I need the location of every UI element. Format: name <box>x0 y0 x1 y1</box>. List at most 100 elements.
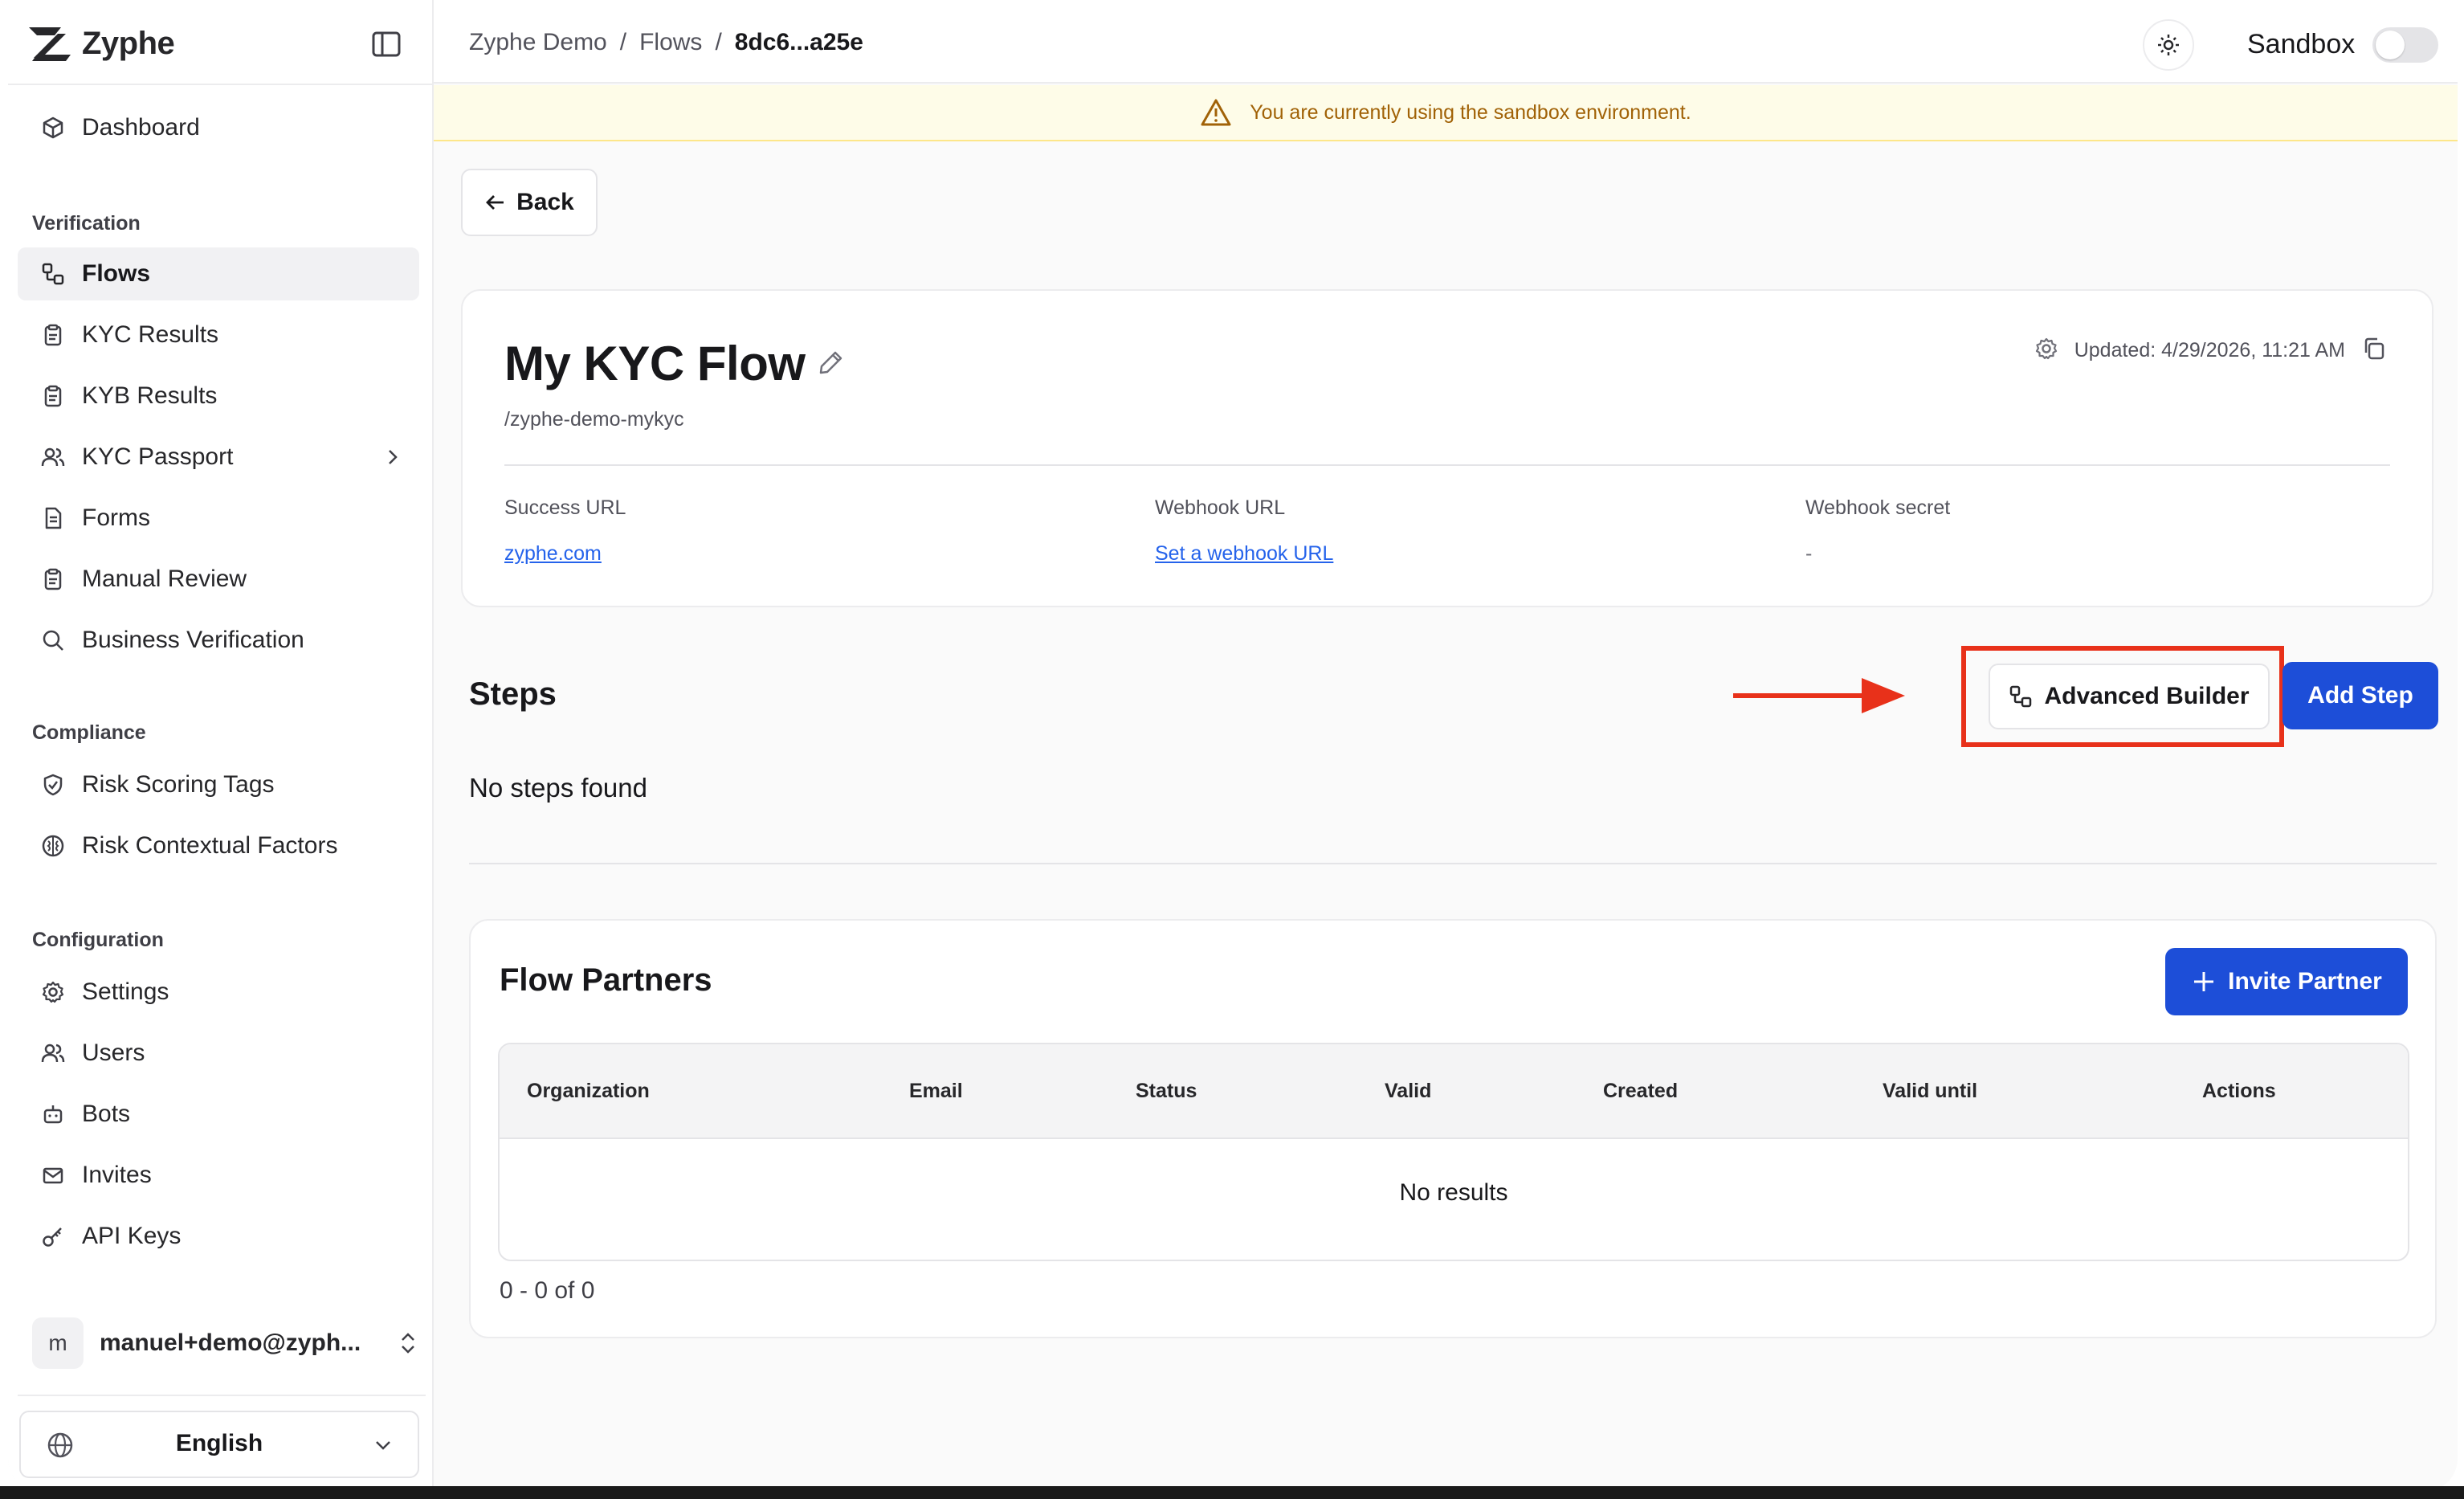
users-icon <box>40 444 66 470</box>
key-icon <box>40 1223 66 1249</box>
sidebar-item-risk-contextual-factors[interactable]: Risk Contextual Factors <box>18 819 419 872</box>
column-header-valid-until[interactable]: Valid until <box>1883 1080 1977 1103</box>
sidebar-item-label: API Keys <box>82 1223 182 1249</box>
breadcrumb-separator: / <box>715 29 722 55</box>
warning-icon <box>1201 99 1231 126</box>
flows-icon <box>40 261 66 287</box>
brand[interactable]: Zyphe <box>26 22 175 64</box>
language-value: English <box>175 1430 263 1456</box>
success-url-field: Success URL zyphe.com <box>504 496 626 566</box>
sidebar-item-label: Business Verification <box>82 627 304 653</box>
sidebar-item-settings[interactable]: Settings <box>18 966 419 1019</box>
sidebar-item-bots[interactable]: Bots <box>18 1088 419 1141</box>
clipboard-icon <box>40 322 66 348</box>
brain-icon <box>40 833 66 859</box>
field-label: Success URL <box>504 496 626 519</box>
flow-details-card: My KYC Flow /zyphe-demo-mykyc Updated: 4… <box>461 289 2433 607</box>
box-icon <box>40 115 66 141</box>
sidebar-item-label: Settings <box>82 978 169 1005</box>
sandbox-label: Sandbox <box>2247 29 2356 59</box>
sidebar-item-label: KYC Passport <box>82 443 234 470</box>
clipboard-icon <box>40 566 66 592</box>
clipboard-icon <box>40 383 66 409</box>
sidebar-toggle-icon[interactable] <box>371 29 402 59</box>
sidebar-item-label: Risk Scoring Tags <box>82 771 275 798</box>
webhook-secret-field: Webhook secret - <box>1805 496 1950 566</box>
shield-icon <box>40 772 66 798</box>
document-icon <box>40 505 66 531</box>
sidebar-item-label: Risk Contextual Factors <box>82 832 338 859</box>
advanced-builder-button[interactable]: Advanced Builder <box>1989 664 2270 729</box>
toggle-knob <box>2376 31 2405 59</box>
sandbox-toggle[interactable] <box>2372 27 2438 63</box>
column-header-valid[interactable]: Valid <box>1385 1080 1431 1103</box>
sidebar-item-label: Flows <box>82 260 151 287</box>
avatar: m <box>32 1317 84 1369</box>
invite-partner-button[interactable]: Invite Partner <box>2165 948 2408 1015</box>
app-window: Zyphe Dashboard Verification Flows KYC R… <box>8 0 2458 1491</box>
sidebar-item-forms[interactable]: Forms <box>18 492 419 545</box>
webhook-url-field: Webhook URL Set a webhook URL <box>1155 496 1333 566</box>
chevron-up-down-icon <box>398 1330 418 1360</box>
breadcrumb-current: 8dc6...a25e <box>734 29 863 55</box>
sidebar-item-kyb-results[interactable]: KYB Results <box>18 370 419 423</box>
brand-name: Zyphe <box>82 25 175 61</box>
sidebar-item-risk-scoring-tags[interactable]: Risk Scoring Tags <box>18 758 419 811</box>
sidebar-item-label: KYC Results <box>82 321 219 348</box>
theme-toggle-button[interactable] <box>2143 19 2194 71</box>
sidebar-item-users[interactable]: Users <box>18 1027 419 1080</box>
column-header-email[interactable]: Email <box>909 1080 963 1103</box>
updated-timestamp: Updated: 4/29/2026, 11:21 AM <box>2074 339 2345 361</box>
sidebar-item-manual-review[interactable]: Manual Review <box>18 553 419 606</box>
breadcrumb-item[interactable]: Flows <box>639 29 702 56</box>
user-email: manuel+demo@zyph... <box>100 1329 361 1356</box>
mail-icon <box>40 1162 66 1188</box>
sidebar-item-label: Forms <box>82 504 150 531</box>
table-empty-state: No results <box>1399 1179 1508 1206</box>
sun-icon <box>2158 35 2179 55</box>
window-edge <box>0 1486 2464 1499</box>
user-menu[interactable]: m manuel+demo@zyph... <box>32 1317 418 1369</box>
webhook-secret-value: - <box>1805 542 1813 565</box>
sidebar-item-invites[interactable]: Invites <box>18 1149 419 1202</box>
add-step-button[interactable]: Add Step <box>2282 662 2438 729</box>
sidebar-item-dashboard[interactable]: Dashboard <box>18 101 419 154</box>
sidebar-item-label: Users <box>82 1039 145 1066</box>
section-title-compliance: Compliance <box>32 721 146 744</box>
column-header-actions: Actions <box>2202 1080 2276 1102</box>
sidebar-item-business-verification[interactable]: Business Verification <box>18 614 419 667</box>
sidebar-item-api-keys[interactable]: API Keys <box>18 1210 419 1263</box>
advanced-builder-label: Advanced Builder <box>2044 683 2250 709</box>
search-icon <box>40 627 66 653</box>
copy-icon[interactable] <box>2361 336 2387 366</box>
partners-table: Organization Email Status Valid Created … <box>498 1043 2409 1261</box>
sidebar-item-label: KYB Results <box>82 382 218 409</box>
sidebar-item-label: Bots <box>82 1101 131 1127</box>
sidebar: Zyphe Dashboard Verification Flows KYC R… <box>8 0 434 1491</box>
back-label: Back <box>516 189 574 215</box>
top-bar: Zyphe Demo / Flows / 8dc6...a25e Sandbox <box>434 0 2458 84</box>
pencil-icon[interactable] <box>818 349 845 380</box>
divider <box>8 84 434 85</box>
breadcrumb: Zyphe Demo / Flows / 8dc6...a25e <box>469 29 863 56</box>
section-title-configuration: Configuration <box>32 929 164 951</box>
column-header-status[interactable]: Status <box>1136 1080 1197 1103</box>
column-header-created[interactable]: Created <box>1603 1080 1678 1103</box>
bot-icon <box>40 1101 66 1127</box>
back-button[interactable]: Back <box>461 169 598 236</box>
breadcrumb-item[interactable]: Zyphe Demo <box>469 29 607 56</box>
success-url-link[interactable]: zyphe.com <box>504 542 626 566</box>
set-webhook-url-link[interactable]: Set a webhook URL <box>1155 542 1333 566</box>
divider <box>18 1395 426 1396</box>
page-title: My KYC Flow <box>504 337 806 390</box>
sidebar-item-kyc-passport[interactable]: KYC Passport <box>18 431 419 484</box>
field-label: Webhook secret <box>1805 496 1951 519</box>
gear-icon[interactable] <box>2034 337 2058 365</box>
updated-info: Updated: 4/29/2026, 11:21 AM <box>2034 336 2387 366</box>
language-select[interactable]: English <box>19 1411 419 1478</box>
sidebar-item-flows[interactable]: Flows <box>18 247 419 300</box>
column-header-organization[interactable]: Organization <box>527 1080 650 1103</box>
field-label: Webhook URL <box>1155 496 1286 519</box>
sidebar-item-kyc-results[interactable]: KYC Results <box>18 308 419 361</box>
steps-empty-state: No steps found <box>469 773 647 803</box>
